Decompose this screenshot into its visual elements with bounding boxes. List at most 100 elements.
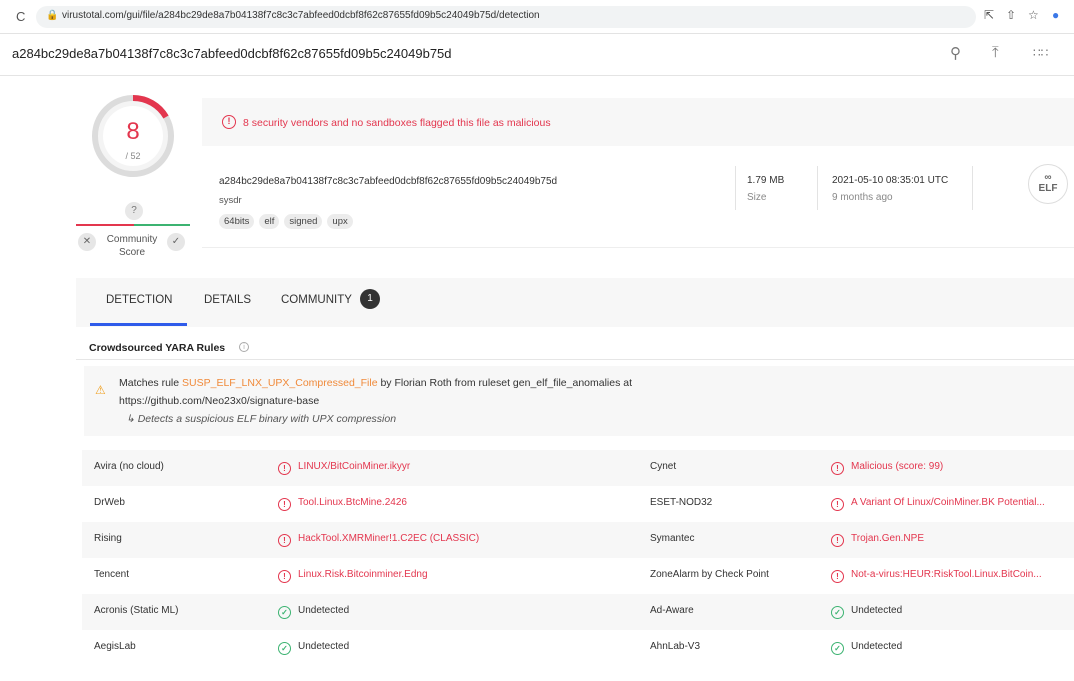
table-row: DrWeb ! Tool.Linux.BtcMine.2426 ESET-NOD3… <box>82 486 1074 522</box>
engine-result: ! Not-a-virus:HEUR:RiskTool.Linux.BitCoin… <box>831 569 1042 583</box>
analysis-date: 2021-05-10 08:35:01 UTC <box>832 175 949 186</box>
file-type-label: ELF <box>1038 183 1058 194</box>
engine-name: ZoneAlarm by Check Point <box>650 569 769 580</box>
engine-result: ! Trojan.Gen.NPE <box>831 533 924 547</box>
community-count-badge: 1 <box>360 289 380 309</box>
profile-icon[interactable]: ● <box>1052 8 1059 22</box>
malicious-alert: ! 8 security vendors and no sandboxes fl… <box>202 98 1074 146</box>
undetected-check-icon: ✓ <box>831 606 844 619</box>
engine-name: Ad-Aware <box>650 605 694 616</box>
score-number: 8 <box>126 118 140 145</box>
engine-name: Cynet <box>650 461 677 472</box>
share-up-icon[interactable]: ⇧ <box>1006 8 1016 22</box>
engine-name: Avira (no cloud) <box>94 461 164 472</box>
tag[interactable]: elf <box>259 214 280 229</box>
file-size-label: Size <box>747 192 767 203</box>
engine-name: Acronis (Static ML) <box>94 605 179 616</box>
search-input[interactable]: a284bc29de8a7b04138f7c8c3c7abfeed0dcbf8f… <box>12 46 452 61</box>
table-row: Tencent ! Linux.Risk.Bitcoinminer.Edng Zo… <box>82 558 1074 594</box>
undetected-check-icon: ✓ <box>278 642 291 655</box>
vote-harmless-icon[interactable]: ✓ <box>167 233 185 251</box>
upload-icon[interactable]: ⤒ <box>992 44 999 61</box>
info-icon[interactable]: i <box>239 342 249 352</box>
file-info: a284bc29de8a7b04138f7c8c3c7abfeed0dcbf8f… <box>202 152 1074 248</box>
engine-result: ! LINUX/BitCoinMiner.ikyyr <box>278 461 410 475</box>
yara-match-text: Matches rule SUSP_ELF_LNX_UPX_Compressed… <box>119 377 632 389</box>
alert-icon: ! <box>222 115 236 129</box>
engine-name: ESET-NOD32 <box>650 497 713 508</box>
yara-rule-link[interactable]: SUSP_ELF_LNX_UPX_Compressed_File <box>182 377 378 389</box>
engine-result: ✓ Undetected <box>831 641 902 655</box>
malicious-icon: ! <box>831 498 844 511</box>
active-tab-indicator <box>90 323 187 326</box>
undetected-check-icon: ✓ <box>278 606 291 619</box>
table-row: Avira (no cloud) ! LINUX/BitCoinMiner.iky… <box>82 450 1074 486</box>
browser-toolbar: C 🔒 virustotal.com/gui/file/a284bc29de8a… <box>0 0 1074 34</box>
file-size-value: 1.79 MB <box>747 175 785 186</box>
file-name: sysdr <box>219 195 242 206</box>
engine-name: Symantec <box>650 533 695 544</box>
community-bar-negative <box>76 224 134 226</box>
detections-table: Avira (no cloud) ! LINUX/BitCoinMiner.iky… <box>82 450 1074 666</box>
table-row: Rising ! HackTool.XMRMiner!1.C2EC (CLASSI… <box>82 522 1074 558</box>
tab-details[interactable]: DETAILS <box>204 294 251 306</box>
table-row: AegisLab ✓ Undetected AhnLab-V3 ✓ Undetect… <box>82 630 1074 666</box>
engine-result: ! Malicious (score: 99) <box>831 461 943 475</box>
engine-result: ✓ Undetected <box>831 605 902 619</box>
vote-malicious-icon[interactable]: ✕ <box>78 233 96 251</box>
search-bar: a284bc29de8a7b04138f7c8c3c7abfeed0dcbf8f… <box>0 34 1074 76</box>
engine-name: AegisLab <box>94 641 136 652</box>
reload-icon[interactable]: C <box>16 9 25 24</box>
warning-icon: ⚠ <box>95 383 106 397</box>
score-total: / 52 <box>125 151 141 161</box>
tag[interactable]: signed <box>284 214 323 229</box>
engine-result: ! A Variant Of Linux/CoinMiner.BK Potenti… <box>831 497 1045 511</box>
alert-text: 8 security vendors and no sandboxes flag… <box>243 117 551 129</box>
community-bar-positive <box>134 224 190 226</box>
yara-section-title: Crowdsourced YARA Rules <box>89 342 226 354</box>
malicious-icon: ! <box>831 462 844 475</box>
engine-result: ✓ Undetected <box>278 605 349 619</box>
malicious-icon: ! <box>278 462 291 475</box>
engine-result: ✓ Undetected <box>278 641 349 655</box>
divider <box>76 359 1074 360</box>
malicious-icon: ! <box>278 498 291 511</box>
yara-description: ↳ Detects a suspicious ELF binary with U… <box>126 413 397 425</box>
yara-prefix: Matches rule <box>119 377 183 389</box>
address-bar[interactable]: 🔒 virustotal.com/gui/file/a284bc29de8a7b… <box>36 6 976 28</box>
divider <box>972 166 973 210</box>
undetected-check-icon: ✓ <box>831 642 844 655</box>
file-tags: 64bits elf signed upx <box>219 214 353 229</box>
url-text[interactable]: virustotal.com/gui/file/a284bc29de8a7b04… <box>62 10 540 21</box>
malicious-icon: ! <box>831 534 844 547</box>
tag[interactable]: upx <box>327 214 353 229</box>
tag[interactable]: 64bits <box>219 214 255 229</box>
community-score-label: Community Score <box>106 234 158 258</box>
divider <box>735 166 736 210</box>
tab-community[interactable]: COMMUNITY <box>281 294 352 306</box>
elf-file-type-icon: ∞ ELF <box>1028 164 1068 204</box>
search-icon[interactable]: ⚲ <box>950 44 961 62</box>
engine-result: ! HackTool.XMRMiner!1.C2EC (CLASSIC) <box>278 533 479 547</box>
malicious-icon: ! <box>831 570 844 583</box>
apps-grid-icon[interactable]: ∷∷ <box>1033 46 1048 60</box>
engine-name: Tencent <box>94 569 130 580</box>
yara-suffix: by Florian Roth from ruleset gen_elf_fil… <box>377 377 633 389</box>
engine-name: Rising <box>94 533 122 544</box>
malicious-icon: ! <box>278 570 291 583</box>
tab-detection[interactable]: DETECTION <box>106 294 172 306</box>
yara-match: ⚠ Matches rule SUSP_ELF_LNX_UPX_Compress… <box>84 366 1074 436</box>
detection-score: 8 / 52 ? ✕ Community Score ✓ <box>76 94 190 264</box>
share-icon[interactable]: ⇱ <box>984 8 994 22</box>
report-tabs: DETECTION DETAILS COMMUNITY 1 <box>76 278 1074 327</box>
malicious-icon: ! <box>278 534 291 547</box>
file-hash[interactable]: a284bc29de8a7b04138f7c8c3c7abfeed0dcbf8f… <box>219 176 557 187</box>
bookmark-star-icon[interactable]: ☆ <box>1028 8 1039 22</box>
table-row: Acronis (Static ML) ✓ Undetected Ad-Aware… <box>82 594 1074 630</box>
divider <box>817 166 818 210</box>
engine-result: ! Tool.Linux.BtcMine.2426 <box>278 497 407 511</box>
engine-name: AhnLab-V3 <box>650 641 701 652</box>
lock-icon: 🔒 <box>46 10 59 21</box>
yara-source-url: https://github.com/Neo23x0/signature-bas… <box>119 395 320 407</box>
analysis-relative-date: 9 months ago <box>832 192 893 203</box>
